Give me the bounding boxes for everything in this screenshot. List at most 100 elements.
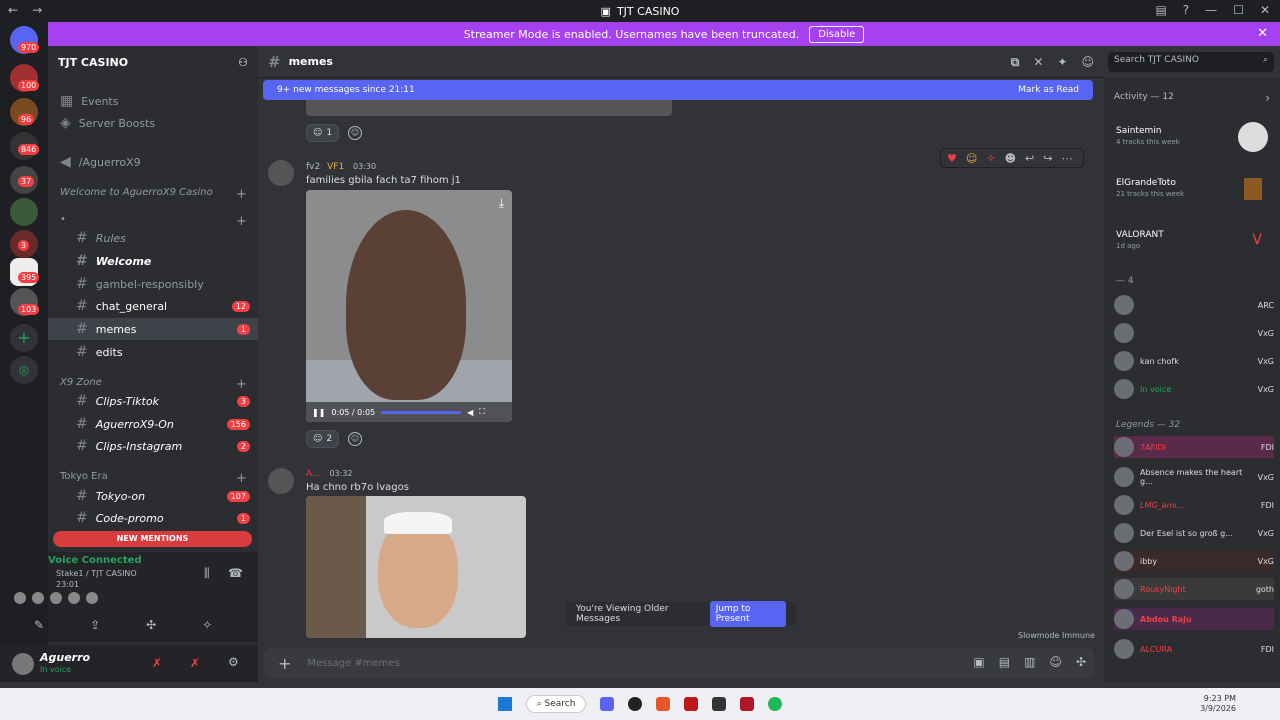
category-welcome[interactable]: Welcome to AguerroX9 Casino + — [60, 187, 247, 202]
soundboard-icon[interactable]: ⫼ — [204, 566, 210, 581]
jump-to-present-button[interactable]: Jump to Present — [709, 601, 786, 627]
maximize-icon[interactable]: ☐ — [1233, 3, 1244, 17]
pin-icon[interactable]: ✦ — [1057, 55, 1067, 70]
valorant-app-icon[interactable] — [740, 697, 755, 711]
close-banner-icon[interactable]: ✕ — [1257, 26, 1268, 41]
avatar[interactable] — [12, 653, 34, 675]
gift-icon[interactable]: ▣ — [973, 655, 984, 669]
participant-avatar[interactable] — [14, 592, 26, 604]
events-item[interactable]: ▦ Events — [48, 90, 258, 112]
participant-avatar[interactable] — [50, 592, 62, 604]
help-icon[interactable]: ? — [1183, 3, 1189, 17]
member-item[interactable]: ARC — [1114, 294, 1274, 316]
participant-avatar[interactable] — [68, 592, 80, 604]
reaction-button[interactable]: ☺ 1 — [306, 124, 340, 142]
screen-share-icon[interactable]: ⇪ — [90, 618, 100, 632]
category-tokyo-era[interactable]: Tokyo Era + — [60, 471, 247, 486]
explore-icon[interactable]: ◎ — [10, 356, 38, 384]
participant-avatar[interactable] — [86, 592, 98, 604]
more-icon[interactable]: ⋯ — [1061, 152, 1072, 165]
settings-gear-icon[interactable]: ⚙ — [228, 655, 239, 669]
reply-icon[interactable]: ↩ — [1025, 152, 1034, 165]
avatar[interactable] — [268, 160, 294, 186]
message-composer[interactable]: + Message #memes ▣ ▤ ▥ ☺ ✣ — [264, 648, 1094, 678]
category-dot[interactable]: • + — [60, 214, 247, 229]
volume-icon[interactable]: ◀ — [467, 408, 473, 417]
activity-item[interactable]: Saintemin 4 tracks this week — [1116, 126, 1180, 146]
add-channel-icon[interactable]: + — [236, 187, 247, 202]
member-item[interactable]: ibby VxG — [1114, 550, 1274, 572]
channel-welcome[interactable]: # Welcome — [48, 250, 258, 272]
previous-image-attachment[interactable] — [306, 100, 672, 116]
participant-avatar[interactable] — [32, 592, 44, 604]
member-item[interactable]: Der Esel ist so groß g... VxG — [1114, 522, 1274, 544]
gif-icon[interactable]: ▤ — [999, 655, 1010, 669]
channel-aguerrox9-on[interactable]: # AguerroX9-On 156 — [48, 413, 258, 435]
voice-channel-item[interactable]: ◀/AguerroX9 — [48, 151, 258, 173]
member-item[interactable]: 7AFIDI FDI — [1114, 436, 1274, 458]
pause-icon[interactable]: ❚❚ — [312, 408, 325, 417]
reaction-button[interactable]: ☺ 2 — [306, 430, 340, 448]
member-item[interactable]: VxG — [1114, 322, 1274, 344]
threads-icon[interactable]: ⧉ — [1011, 55, 1020, 70]
forward-icon[interactable]: ↪ — [1043, 152, 1052, 165]
heart-reaction-icon[interactable]: ♥ — [947, 152, 957, 165]
activity-item[interactable]: VALORANT 1d ago — [1116, 230, 1164, 250]
windows-start-icon[interactable] — [497, 697, 512, 711]
disable-button[interactable]: Disable — [809, 25, 865, 43]
member-item[interactable]: RoukyNight goth — [1114, 578, 1274, 600]
pdf-app-icon[interactable] — [684, 697, 699, 711]
inbox-icon[interactable]: ▤ — [1155, 3, 1166, 17]
channel-chat-general[interactable]: # chat_general 12 — [48, 295, 258, 317]
add-server-icon[interactable]: + — [10, 324, 38, 352]
activity-item[interactable]: ElGrandeToto 21 tracks this week — [1116, 178, 1184, 198]
chrome-app-icon[interactable] — [628, 697, 643, 711]
new-mentions-button[interactable]: NEW MENTIONS — [53, 531, 252, 547]
channel-code-promo[interactable]: # Code-promo 1 — [48, 507, 258, 529]
close-icon[interactable]: ✕ — [1260, 3, 1270, 17]
disconnect-icon[interactable]: ☎ — [228, 566, 243, 580]
channel-clips-instagram[interactable]: # Clips-Instagram 2 — [48, 435, 258, 457]
member-item[interactable]: ALCURA FDI — [1114, 638, 1274, 660]
add-channel-icon[interactable]: + — [236, 471, 247, 486]
add-member-icon[interactable]: ⚇ — [238, 56, 248, 69]
member-item[interactable]: In voice VxG — [1114, 378, 1274, 400]
forward-icon[interactable]: → — [32, 3, 42, 17]
member-item[interactable]: Abdou Raju — [1114, 608, 1274, 630]
activities-icon[interactable]: ✣ — [146, 618, 156, 632]
add-attachment-icon[interactable]: + — [278, 654, 291, 673]
category-x9-zone[interactable]: X9 Zone + — [60, 377, 247, 392]
member-item[interactable]: LMG_ami... FDI — [1114, 494, 1274, 516]
video-attachment[interactable]: ⤓ ❚❚ 0:05 / 0:05 ◀ ⛶ — [306, 190, 512, 422]
add-reaction-icon[interactable]: ☻ — [1005, 152, 1016, 165]
soundboard-icon[interactable]: ✧ — [202, 618, 212, 632]
boosts-item[interactable]: ◈ Server Boosts — [48, 112, 258, 134]
channel-memes[interactable]: # memes 1 — [48, 318, 258, 340]
mute-icon[interactable]: ✗ — [152, 656, 162, 670]
server-header[interactable]: TJT CASINO ⚇ — [48, 46, 258, 78]
member-item[interactable]: kan chofk VxG — [1114, 350, 1274, 372]
chevron-right-icon[interactable]: › — [1265, 91, 1270, 105]
sticker-icon[interactable]: ▥ — [1024, 655, 1035, 669]
video-progress-bar[interactable] — [381, 410, 462, 414]
spotify-app-icon[interactable] — [768, 697, 783, 711]
server-icon[interactable] — [10, 198, 38, 226]
channel-edits[interactable]: # edits — [48, 341, 258, 363]
channel-clips-tiktok[interactable]: # Clips-Tiktok 3 — [48, 390, 258, 412]
brave-app-icon[interactable] — [656, 697, 671, 711]
add-reaction-icon[interactable]: ☺ — [348, 432, 362, 446]
app-icon[interactable] — [712, 697, 727, 711]
emoji-icon[interactable]: ☺ — [1049, 655, 1062, 669]
reaction-icon[interactable]: ✧ — [986, 152, 995, 165]
back-icon[interactable]: ← — [8, 3, 18, 17]
discord-app-icon[interactable] — [600, 697, 615, 711]
channel-tokyo-on[interactable]: # Tokyo-on 107 — [48, 485, 258, 507]
new-messages-bar[interactable]: 9+ new messages since 21:11 Mark as Read — [263, 80, 1093, 100]
notifications-icon[interactable]: ✕ — [1033, 55, 1043, 70]
message-input[interactable]: Message #memes — [307, 658, 399, 669]
channel-gambel-responsibly[interactable]: # gambel-responsibly — [48, 273, 258, 295]
image-attachment[interactable] — [306, 496, 526, 638]
search-input[interactable]: Search TJT CASINO ⌕ — [1108, 52, 1274, 72]
fullscreen-icon[interactable]: ⛶ — [479, 407, 485, 417]
download-icon[interactable]: ⤓ — [499, 196, 504, 211]
